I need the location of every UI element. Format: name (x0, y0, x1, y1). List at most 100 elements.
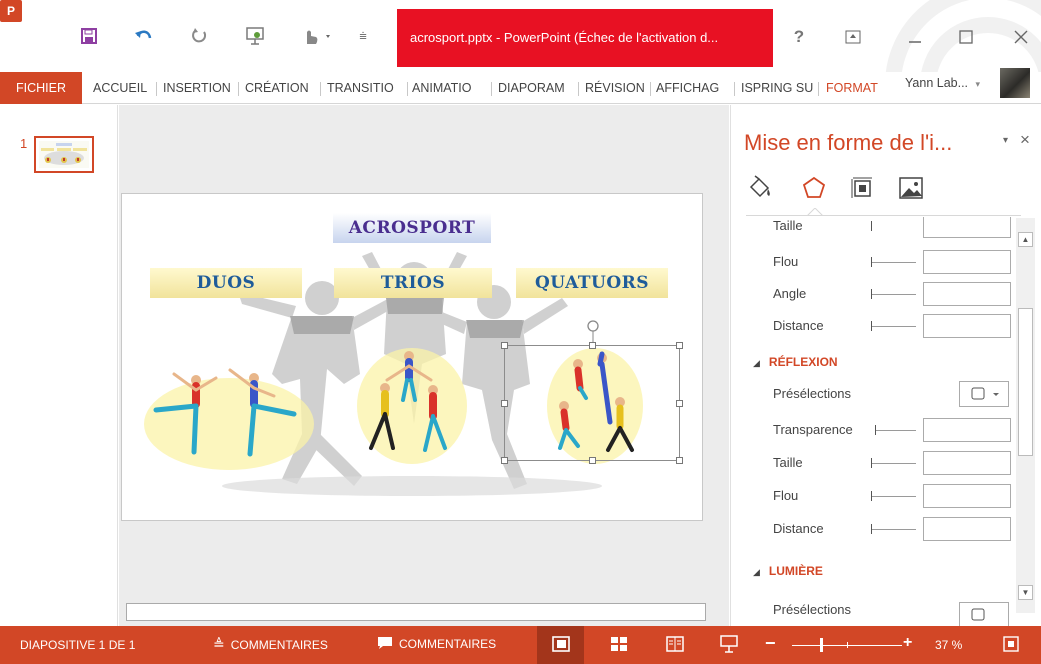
fit-to-window-icon[interactable] (1001, 635, 1021, 653)
powerpoint-logo-icon: P (0, 0, 22, 22)
rotate-handle-icon[interactable] (585, 318, 601, 342)
reflection-blur-label: Flou (773, 488, 799, 503)
minimize-button[interactable] (900, 24, 930, 50)
start-slideshow-icon[interactable] (243, 22, 267, 50)
slide-title-acrosport[interactable]: ACROSPORT (333, 213, 491, 243)
reflection-transparency-slider[interactable] (875, 425, 916, 435)
user-menu-caret: ▾ (975, 79, 981, 89)
shadow-distance-slider[interactable] (871, 321, 916, 331)
collapse-triangle-icon: ◢ (753, 567, 760, 577)
shadow-angle-input[interactable] (923, 282, 1011, 306)
save-icon[interactable] (78, 22, 100, 50)
resize-handle-top-left[interactable] (501, 342, 508, 349)
glow-presets-dropdown[interactable] (959, 602, 1009, 626)
selection-box[interactable] (501, 320, 683, 464)
scroll-up-button[interactable]: ▲ (1018, 232, 1033, 247)
redo-icon[interactable] (188, 22, 210, 50)
trios-acrobats-image[interactable] (357, 344, 467, 464)
reflection-section-header[interactable]: ◢ RÉFLEXION (753, 355, 838, 369)
size-properties-icon[interactable] (849, 175, 875, 201)
reflection-blur-slider[interactable] (871, 491, 916, 501)
tab-diaporama[interactable]: DIAPORAM (498, 72, 577, 104)
collapse-triangle-icon: ◢ (753, 358, 760, 368)
reflection-size-input[interactable] (923, 451, 1011, 475)
tab-separator (491, 82, 492, 96)
tab-separator (156, 82, 157, 96)
pane-scrollbar-thumb[interactable] (1018, 308, 1033, 456)
group-label-trios[interactable]: TRIOS (334, 268, 492, 298)
reflection-distance-input[interactable] (923, 517, 1011, 541)
shadow-blur-input[interactable] (923, 250, 1011, 274)
resize-handle-bottom-right[interactable] (676, 457, 683, 464)
resize-handle-top-right[interactable] (676, 342, 683, 349)
undo-icon[interactable] (133, 22, 155, 50)
reflection-blur-input[interactable] (923, 484, 1011, 508)
zoom-level[interactable]: 37 % (935, 638, 962, 652)
slideshow-view-icon[interactable] (719, 635, 739, 653)
shadow-angle-slider[interactable] (871, 289, 916, 299)
slide-count-status: DIAPOSITIVE 1 DE 1 (20, 638, 136, 652)
resize-handle-left[interactable] (501, 400, 508, 407)
normal-view-icon[interactable] (551, 635, 571, 653)
comment-icon (378, 637, 392, 649)
resize-handle-bottom[interactable] (589, 457, 596, 464)
avatar[interactable] (1000, 68, 1030, 98)
reflection-size-slider[interactable] (871, 458, 916, 468)
group-label-duos[interactable]: DUOS (150, 268, 302, 298)
shadow-blur-row: Flou (747, 249, 1018, 275)
duos-acrobats-image[interactable] (144, 362, 314, 472)
shadow-size-input[interactable] (923, 217, 1011, 238)
tab-insertion[interactable]: INSERTION (163, 72, 231, 104)
touch-mode-icon[interactable] (300, 22, 336, 50)
tab-separator (578, 82, 579, 96)
glow-section-header[interactable]: ◢ LUMIÈRE (753, 564, 823, 578)
slide-thumbnail[interactable] (34, 136, 94, 173)
slide-canvas[interactable]: ACROSPORT DUOS TRIOS QUATUORS (121, 193, 703, 521)
reflection-transparency-input[interactable] (923, 418, 1011, 442)
pane-options-button[interactable]: ▾ (1003, 135, 1008, 146)
reflection-presets-dropdown[interactable] (959, 381, 1009, 407)
resize-handle-top[interactable] (589, 342, 596, 349)
zoom-slider-thumb[interactable] (820, 638, 823, 652)
customize-toolbar-icon[interactable]: ⩧ (355, 22, 371, 50)
scroll-down-button[interactable]: ▼ (1018, 585, 1033, 600)
reflection-distance-slider[interactable] (871, 524, 916, 534)
shadow-angle-label: Angle (773, 286, 807, 301)
zoom-in-button[interactable]: + (903, 634, 912, 652)
resize-handle-bottom-left[interactable] (501, 457, 508, 464)
user-account[interactable]: Yann Lab... ▾ (905, 76, 980, 90)
pane-close-button[interactable]: × (1020, 130, 1030, 150)
comments-label: COMMENTAIRES (399, 637, 497, 651)
comments-button[interactable]: COMMENTAIRES (377, 636, 496, 651)
slide-sorter-view-icon[interactable] (609, 635, 629, 653)
tab-creation[interactable]: CRÉATION (245, 72, 309, 104)
shadow-size-row: Taille (747, 217, 1018, 239)
reading-view-icon[interactable] (665, 635, 685, 653)
close-button[interactable] (1006, 24, 1036, 50)
zoom-slider[interactable] (792, 638, 902, 652)
resize-handle-right[interactable] (676, 400, 683, 407)
group-label-quatuors[interactable]: QUATUORS (516, 268, 668, 298)
tab-format[interactable]: FORMAT (826, 72, 878, 104)
reflection-transparency-row: Transparence (747, 417, 1018, 443)
shadow-blur-slider[interactable] (871, 257, 916, 267)
ribbon-display-options-button[interactable] (838, 24, 868, 50)
notes-field[interactable] (126, 603, 706, 621)
tab-revision[interactable]: RÉVISION (585, 72, 645, 104)
fill-line-icon[interactable] (747, 175, 773, 201)
notes-button[interactable]: ≜ COMMENTAIRES (213, 636, 328, 653)
help-button[interactable]: ? (784, 24, 814, 50)
tab-fichier[interactable]: FICHIER (0, 72, 82, 104)
zoom-out-button[interactable]: − (765, 633, 776, 654)
tab-ispring[interactable]: ISPRING SU (741, 72, 817, 104)
shadow-distance-input[interactable] (923, 314, 1011, 338)
maximize-button[interactable] (951, 24, 981, 50)
tab-accueil[interactable]: ACCUEIL (93, 72, 147, 104)
tab-animations[interactable]: ANIMATIO (412, 72, 490, 104)
shadow-blur-label: Flou (773, 254, 799, 269)
picture-icon[interactable] (898, 175, 924, 201)
tab-transitions[interactable]: TRANSITIO (327, 72, 406, 104)
tab-affichage[interactable]: AFFICHAG (656, 72, 733, 104)
effects-icon[interactable] (801, 175, 827, 201)
preset-swatch-icon (971, 387, 999, 400)
